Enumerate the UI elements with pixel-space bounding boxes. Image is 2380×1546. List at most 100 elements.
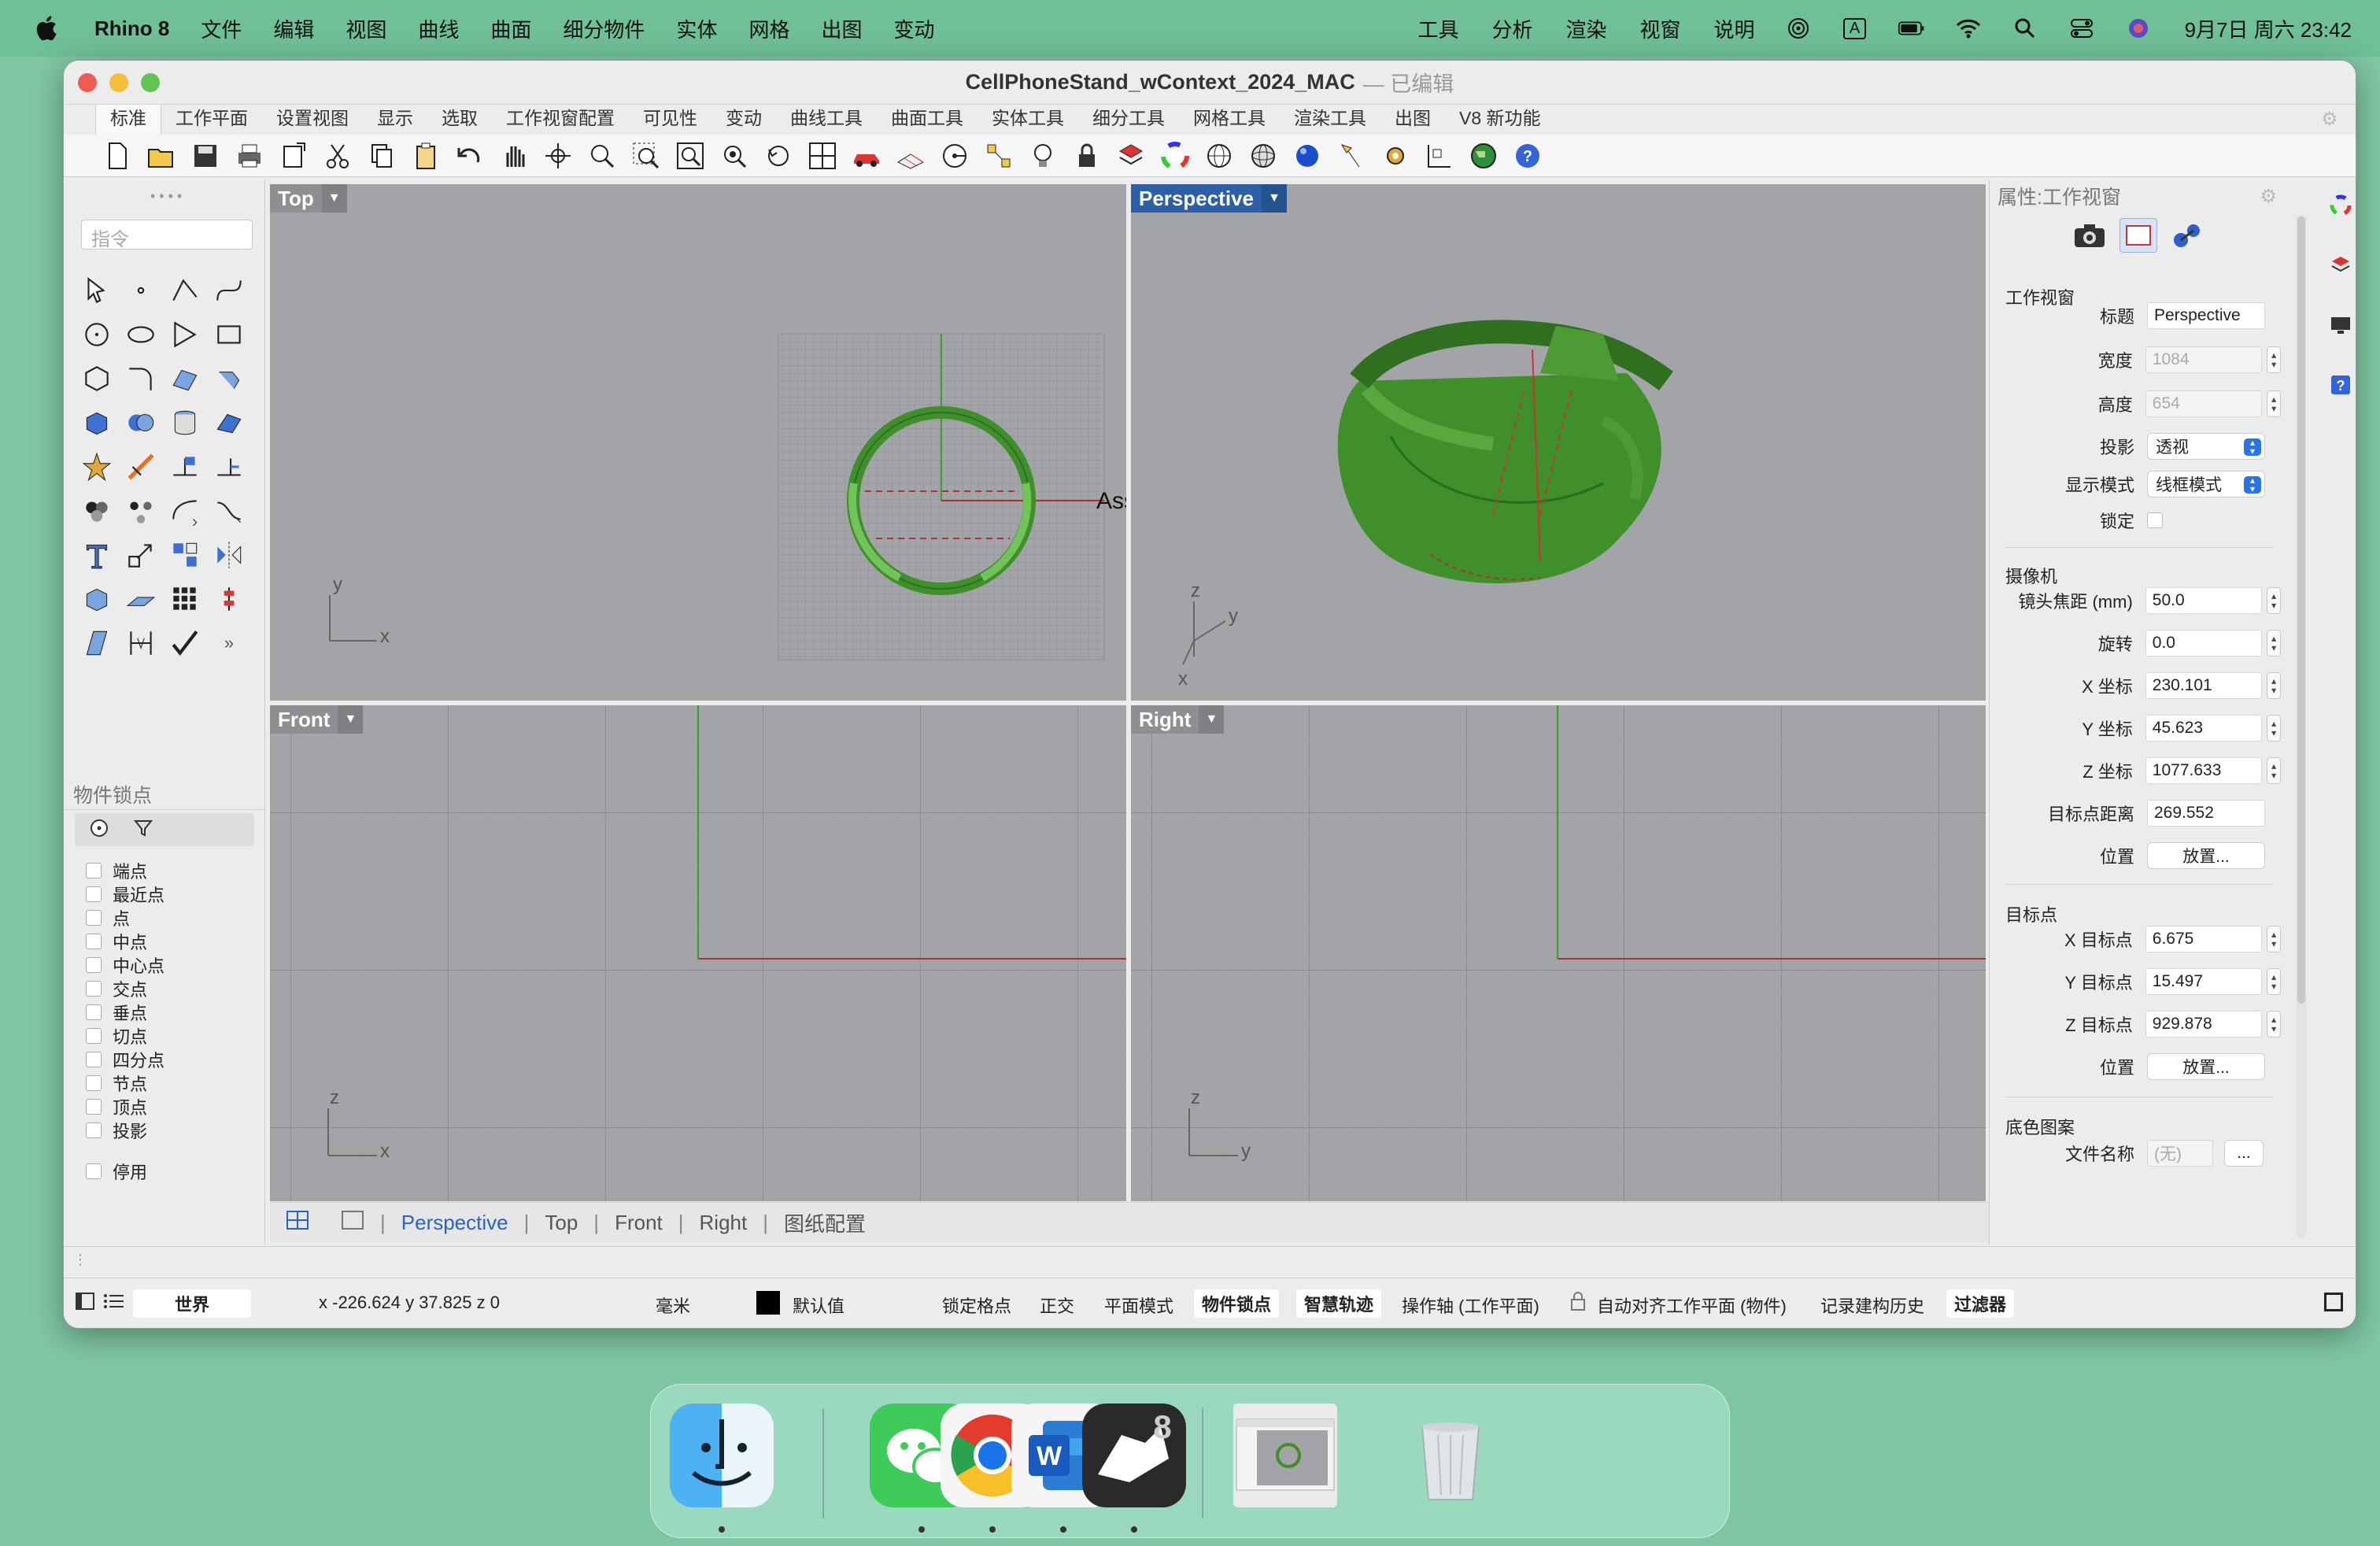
osnap-checkbox[interactable] <box>86 957 102 973</box>
osnap-item[interactable]: 端点 <box>86 859 265 882</box>
tab-cplanes[interactable]: 工作平面 <box>161 103 262 135</box>
viewport-label-right[interactable]: Right ▼ <box>1131 705 1225 734</box>
app-menu[interactable]: Rhino 8 <box>94 17 169 41</box>
tab-subd-tools[interactable]: 细分工具 <box>1078 103 1179 135</box>
tab-render-tools[interactable]: 渲染工具 <box>1280 103 1380 135</box>
car-icon[interactable] <box>844 137 889 175</box>
tab-visibility[interactable]: 可见性 <box>629 103 711 135</box>
undo-icon[interactable] <box>448 137 492 175</box>
browse-file-button[interactable]: ... <box>2224 1140 2264 1167</box>
clock[interactable]: 9月7日 周六 23:42 <box>2185 14 2352 43</box>
mirror-icon[interactable] <box>207 533 251 577</box>
camera-x-stepper[interactable]: ▴ ▾ <box>2267 672 2281 699</box>
smart-track-toggle[interactable]: 智慧轨迹 <box>1296 1289 1382 1318</box>
text-icon[interactable] <box>75 533 119 577</box>
target-z-field[interactable]: 929.878 <box>2145 1011 2263 1037</box>
grid-plane-icon[interactable] <box>889 137 933 175</box>
display-spheres-icon[interactable] <box>2168 218 2206 253</box>
osnap-checkbox[interactable] <box>86 1075 102 1091</box>
menu-curve[interactable]: 曲线 <box>418 14 459 43</box>
osnap-checkbox[interactable] <box>86 910 102 926</box>
camera-z-field[interactable]: 1077.633 <box>2145 757 2263 784</box>
vp-tab-right[interactable]: Right <box>684 1211 763 1235</box>
osnap-checkbox[interactable] <box>86 886 102 902</box>
osnap-checkbox[interactable] <box>86 1099 102 1115</box>
osnap-item[interactable]: 节点 <box>86 1071 265 1095</box>
properties-scrollbar[interactable] <box>2296 215 2307 1238</box>
command-line[interactable]: ⋮ <box>64 1246 2356 1278</box>
explode-icon[interactable] <box>75 445 119 489</box>
planar-toggle[interactable]: 平面模式 <box>1104 1293 1173 1318</box>
camera-y-stepper[interactable]: ▴ ▾ <box>2267 715 2281 742</box>
layer-color-swatch[interactable] <box>756 1291 780 1315</box>
close-button[interactable] <box>78 73 97 92</box>
menu-subd[interactable]: 细分物件 <box>563 14 645 43</box>
points-icon[interactable] <box>977 137 1021 175</box>
current-layer[interactable]: 默认值 <box>793 1293 844 1318</box>
pan-hand-icon[interactable] <box>492 137 536 175</box>
list-icon[interactable] <box>103 1291 125 1316</box>
menu-render[interactable]: 渲染 <box>1566 14 1607 43</box>
rendered-sphere-icon[interactable] <box>1285 137 1329 175</box>
chevron-down-icon[interactable]: ▼ <box>321 184 347 213</box>
solid-edit-icon[interactable] <box>75 577 119 621</box>
osnap-item[interactable]: 点 <box>86 906 265 930</box>
osnap-item[interactable]: 四分点 <box>86 1048 265 1071</box>
finder-icon[interactable] <box>670 1404 774 1507</box>
mesh-icon[interactable] <box>207 401 251 445</box>
lock-checkbox[interactable] <box>2147 512 2163 528</box>
menu-window[interactable]: 视窗 <box>1640 14 1681 43</box>
group-icon[interactable] <box>75 489 119 533</box>
boolean-icon[interactable] <box>119 401 163 445</box>
color-wheel-icon[interactable] <box>2326 191 2355 220</box>
menu-tools[interactable]: 工具 <box>1417 14 1458 43</box>
control-center-icon[interactable] <box>2068 17 2095 40</box>
place-camera-button[interactable]: 放置... <box>2147 842 2265 869</box>
camera-x-field[interactable]: 230.101 <box>2145 672 2263 699</box>
four-view-icon[interactable] <box>270 1210 325 1236</box>
osnap-item[interactable]: 交点 <box>86 977 265 1000</box>
osnap-checkbox[interactable] <box>86 1004 102 1020</box>
zoom-extents-icon[interactable] <box>668 137 712 175</box>
osnap-checkbox[interactable] <box>86 1028 102 1044</box>
target-x-field[interactable]: 6.675 <box>2145 926 2263 952</box>
undo-view-icon[interactable] <box>756 137 800 175</box>
trash-icon[interactable] <box>1399 1404 1502 1507</box>
menu-help[interactable]: 说明 <box>1714 14 1755 43</box>
tab-mesh-tools[interactable]: 网格工具 <box>1179 103 1280 135</box>
check-icon[interactable] <box>163 621 207 665</box>
target-y-field[interactable]: 15.497 <box>2145 968 2263 995</box>
airdrop-icon[interactable] <box>1785 17 1812 40</box>
rotation-field[interactable]: 0.0 <box>2145 630 2263 656</box>
gumball-toggle[interactable]: 操作轴 (工作平面) <box>1402 1293 1539 1318</box>
tab-transform[interactable]: 变动 <box>711 103 776 135</box>
ellipse-icon[interactable] <box>119 313 163 357</box>
menu-mesh[interactable]: 网格 <box>748 14 789 43</box>
projection-select[interactable]: 透视 ▴ ▾ <box>2147 433 2265 460</box>
place-target-button[interactable]: 放置... <box>2147 1053 2265 1080</box>
viewport-top[interactable]: y x Ass Top ▼ <box>270 184 1126 701</box>
tab-new-in-v8[interactable]: V8 新功能 <box>1445 103 1555 135</box>
new-file-icon[interactable] <box>95 137 139 175</box>
target-y-stepper[interactable]: ▴ ▾ <box>2267 968 2281 995</box>
light-bulb-icon[interactable] <box>1021 137 1065 175</box>
display-mode-select[interactable]: 线框模式 ▴ ▾ <box>2147 471 2265 497</box>
vp-tab-top[interactable]: Top <box>529 1211 593 1235</box>
osnap-disable[interactable]: 停用 <box>86 1160 265 1183</box>
input-method-icon[interactable]: A <box>1842 17 1868 40</box>
fillet-icon[interactable] <box>119 357 163 401</box>
polygon-icon[interactable] <box>163 313 207 357</box>
ungroup-icon[interactable] <box>119 489 163 533</box>
search-icon[interactable] <box>2012 17 2038 40</box>
osnap-item[interactable]: 中心点 <box>86 953 265 977</box>
viewport-front[interactable]: z x Front ▼ <box>270 705 1126 1201</box>
viewport-label-front[interactable]: Front ▼ <box>270 705 364 734</box>
circle-icon[interactable] <box>75 313 119 357</box>
viewport-label-top[interactable]: Top ▼ <box>270 184 347 213</box>
gumball-icon[interactable] <box>207 577 251 621</box>
minimize-button[interactable] <box>109 73 128 92</box>
open-folder-icon[interactable] <box>139 137 183 175</box>
chevron-down-icon[interactable]: ▼ <box>1261 184 1287 213</box>
cut-icon[interactable] <box>316 137 360 175</box>
apple-icon[interactable] <box>31 13 63 44</box>
